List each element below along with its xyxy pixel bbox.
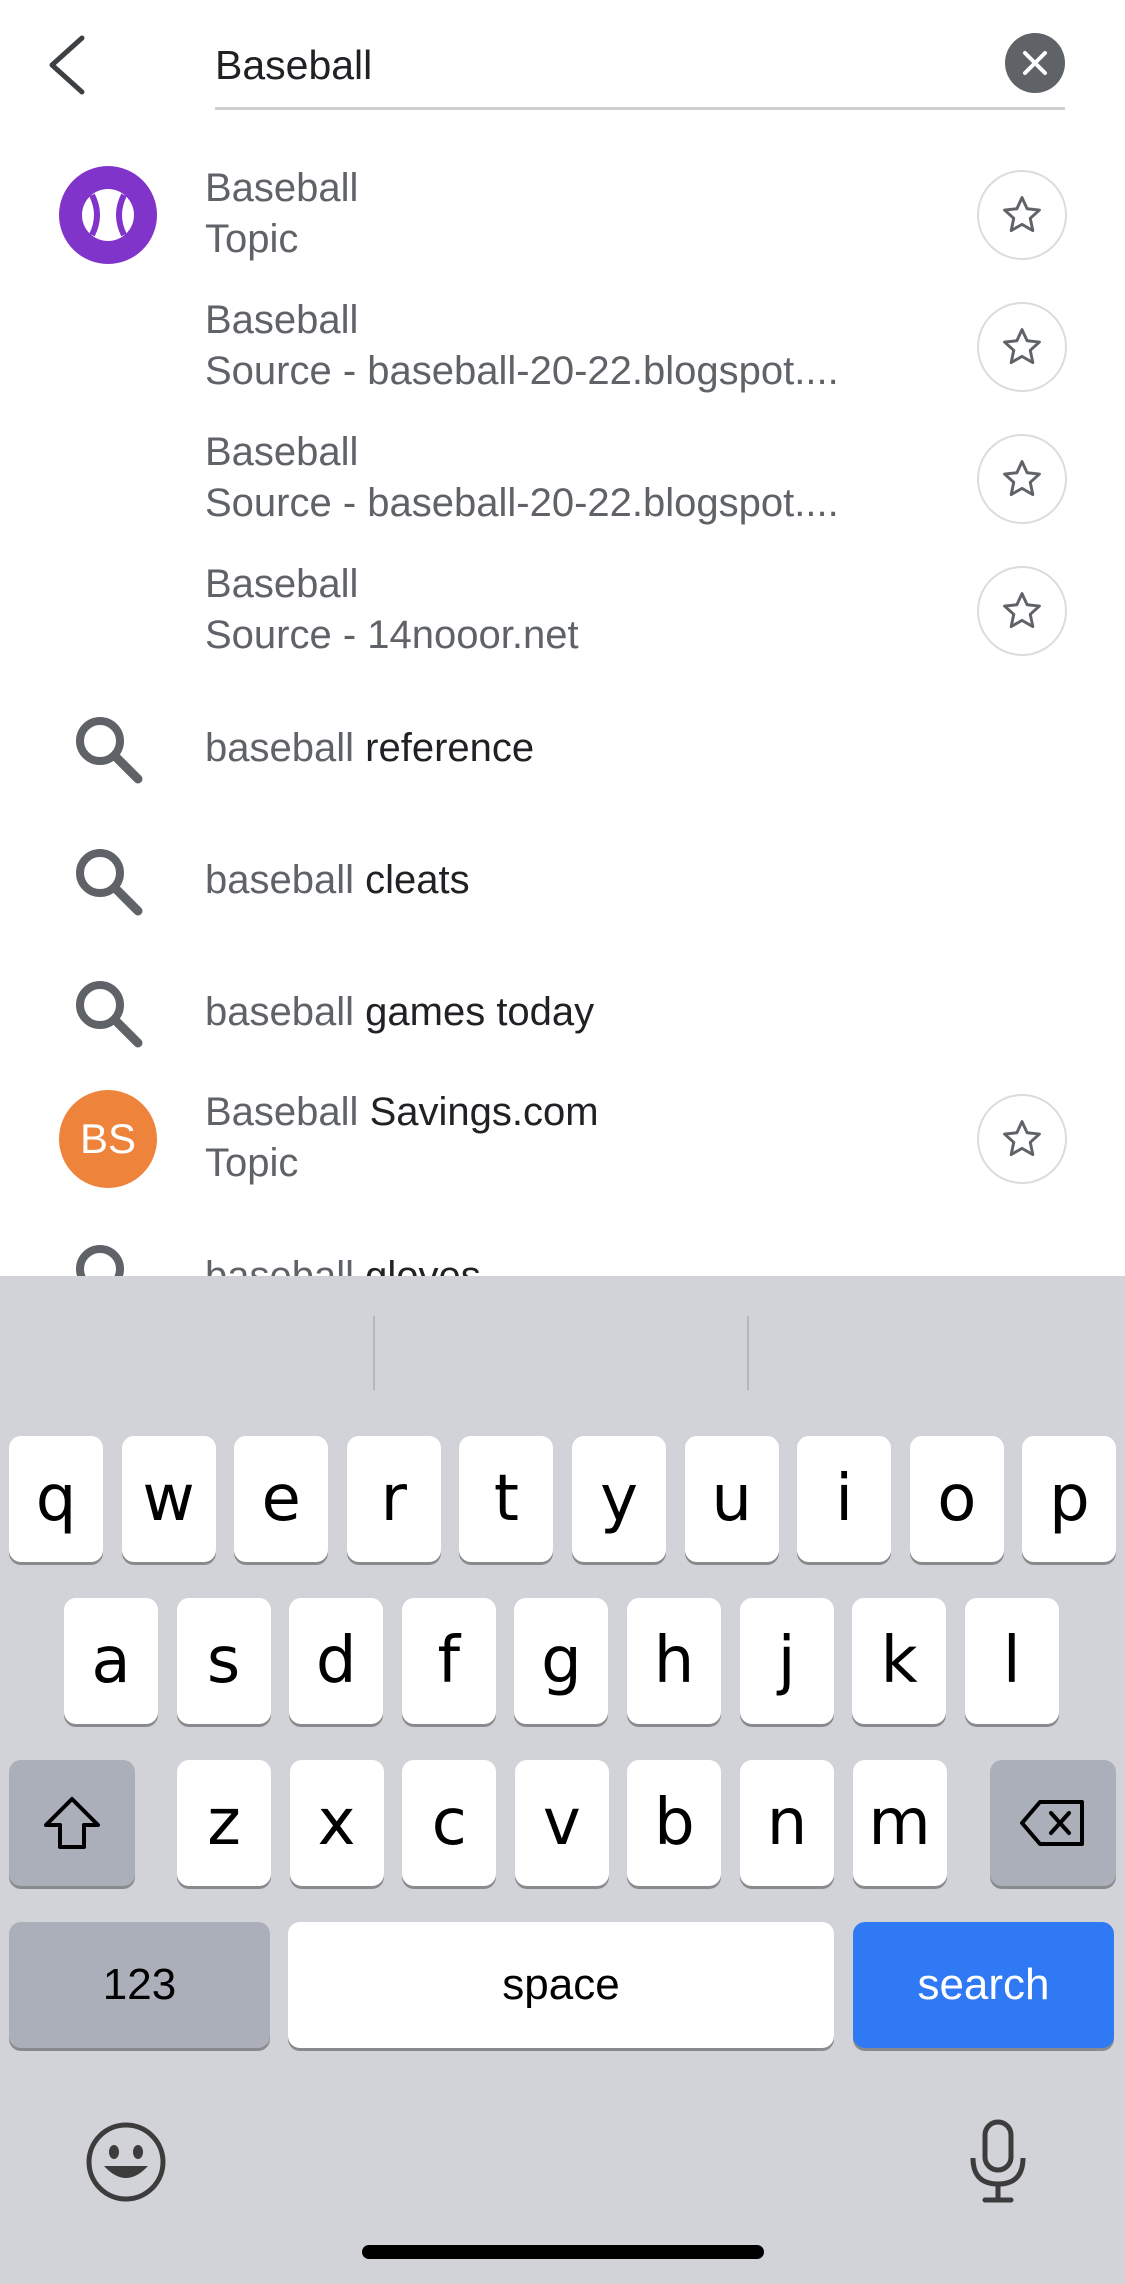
shift-key[interactable] [9,1760,135,1886]
search-icon [59,1228,157,1276]
key-z[interactable]: z [177,1760,271,1886]
avatar: BS [59,1090,157,1188]
clear-search-button[interactable] [1005,33,1065,93]
key-w[interactable]: w [121,1436,216,1562]
list-item[interactable]: baseball games today [0,954,1125,1074]
search-icon [59,964,157,1062]
query-prefix: baseball [205,858,355,902]
suggestion-divider [747,1316,749,1390]
search-field[interactable] [215,28,1065,110]
chevron-left-icon [49,35,85,95]
key-r[interactable]: r [346,1436,441,1562]
item-subtitle: Topic [205,1141,299,1185]
key-a[interactable]: a [64,1598,158,1724]
list-item[interactable]: BS Baseball Savings.com Topic [0,1074,1125,1204]
key-i[interactable]: i [797,1436,892,1562]
search-key[interactable]: search [853,1922,1114,2048]
key-o[interactable]: o [909,1436,1004,1562]
query-prefix: baseball [205,1254,355,1276]
item-subtitle: Topic [205,217,299,261]
search-input[interactable] [215,28,955,102]
follow-star-button[interactable] [977,1094,1067,1184]
key-q[interactable]: q [9,1436,103,1562]
search-header [0,0,1125,140]
item-title: Baseball [205,562,359,606]
follow-star-button[interactable] [977,302,1067,392]
key-c[interactable]: c [402,1760,497,1886]
key-f[interactable]: f [401,1598,496,1724]
key-g[interactable]: g [514,1598,609,1724]
item-subtitle: Source - baseball-20-22.blogspot.... [205,349,839,393]
list-item[interactable]: baseball cleats [0,822,1125,942]
space-key[interactable]: space [288,1922,834,2048]
key-y[interactable]: y [572,1436,666,1562]
item-subtitle: Source - 14nooor.net [205,613,579,657]
list-item[interactable]: baseball reference [0,690,1125,810]
microphone-icon[interactable] [965,2118,1031,2206]
emoji-icon[interactable] [84,2120,168,2204]
list-item[interactable]: Baseball Topic [0,150,1125,280]
search-icon [59,832,157,930]
item-title: Baseball [205,430,359,474]
list-item[interactable]: Baseball Source - 14nooor.net [0,546,1125,676]
close-icon [1023,51,1047,75]
query-suffix: gloves [365,1254,481,1276]
follow-star-button[interactable] [977,566,1067,656]
numbers-key[interactable]: 123 [9,1922,270,2048]
key-b[interactable]: b [627,1760,722,1886]
star-icon [1003,196,1041,233]
list-item[interactable]: Baseball Source - baseball-20-22.blogspo… [0,414,1125,544]
back-button[interactable] [36,30,96,100]
item-subtitle: Source - baseball-20-22.blogspot.... [205,481,839,525]
search-icon [59,700,157,798]
key-j[interactable]: j [739,1598,834,1724]
query-suffix: games today [365,990,595,1034]
follow-star-button[interactable] [977,170,1067,260]
list-item[interactable]: baseball gloves [0,1218,1125,1276]
query-suffix: reference [365,726,535,770]
suggestion-divider [373,1316,375,1390]
key-h[interactable]: h [627,1598,721,1724]
suggestion-list: Baseball Topic Baseball Source - basebal… [0,150,1125,1276]
query-prefix: baseball [205,990,355,1034]
key-n[interactable]: n [740,1760,834,1886]
backspace-key[interactable] [990,1760,1116,1886]
list-item[interactable]: Baseball Source - baseball-20-22.blogspo… [0,282,1125,412]
key-v[interactable]: v [514,1760,609,1886]
follow-star-button[interactable] [977,434,1067,524]
shift-icon [44,1797,100,1849]
key-x[interactable]: x [289,1760,384,1886]
key-u[interactable]: u [684,1436,779,1562]
key-e[interactable]: e [234,1436,329,1562]
baseball-icon [59,166,157,264]
home-indicator [362,2245,764,2259]
star-icon [1003,592,1041,629]
key-k[interactable]: k [852,1598,947,1724]
star-icon [1003,328,1041,365]
star-icon [1003,1120,1041,1157]
query-prefix: baseball [205,726,355,770]
key-t[interactable]: t [459,1436,554,1562]
item-title: Baseball Savings.com [205,1090,599,1134]
key-m[interactable]: m [852,1760,947,1886]
star-icon [1003,460,1041,497]
backspace-icon [1020,1800,1084,1846]
key-l[interactable]: l [964,1598,1059,1724]
query-suffix: cleats [365,858,470,902]
key-s[interactable]: s [176,1598,271,1724]
key-d[interactable]: d [289,1598,384,1724]
key-p[interactable]: p [1022,1436,1117,1562]
item-title: Baseball [205,166,359,210]
item-title: Baseball [205,298,359,342]
